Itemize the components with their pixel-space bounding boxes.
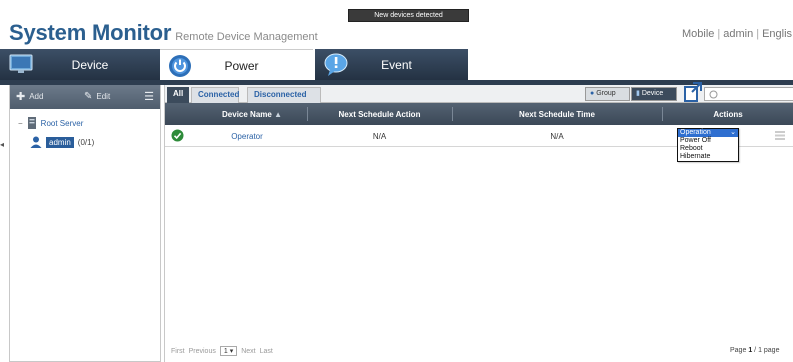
tree-root-label: Root Server bbox=[40, 118, 84, 128]
device-view-label: Device bbox=[641, 90, 664, 97]
search-input[interactable] bbox=[704, 87, 793, 101]
top-links: Mobile | admin | Englis bbox=[682, 28, 793, 40]
app-title-text: System Monitor bbox=[9, 20, 172, 45]
mobile-link[interactable]: Mobile bbox=[682, 28, 714, 40]
tab-power[interactable]: Power bbox=[160, 49, 313, 80]
tab-event[interactable]: Event bbox=[315, 49, 468, 80]
view-controls: ● Group ▮ Device bbox=[575, 82, 793, 103]
column-next-action[interactable]: Next Schedule Action bbox=[307, 110, 452, 119]
tab-event-label: Event bbox=[381, 58, 412, 72]
column-device-name[interactable]: Device Name ▲ bbox=[197, 110, 307, 119]
tree-toolbar: ✚ Add ✎ Edit ☰ bbox=[10, 85, 160, 109]
column-divider bbox=[662, 107, 663, 121]
previous-page-link[interactable]: Previous bbox=[189, 348, 216, 355]
list-icon: ☰ bbox=[144, 91, 154, 103]
next-action-cell: N/A bbox=[372, 132, 387, 141]
device-tree: − Root Server admin (0/1) bbox=[18, 116, 94, 149]
add-button-label: Add bbox=[29, 92, 44, 101]
pagination: First Previous 1 ▾ Next Last bbox=[171, 346, 273, 356]
tree-node-root[interactable]: − Root Server bbox=[18, 116, 94, 130]
tree-user-count: (0/1) bbox=[77, 137, 95, 147]
list-view-button[interactable]: ☰ bbox=[144, 89, 154, 104]
action-select-dropdown[interactable]: Operation ⌄ Power Off Reboot Hibernate bbox=[677, 128, 739, 162]
search-icon bbox=[709, 90, 718, 99]
column-next-time[interactable]: Next Schedule Time bbox=[452, 110, 662, 119]
device-tree-panel: ✚ Add ✎ Edit ☰ − Root Server admin (0/1) bbox=[9, 85, 161, 362]
globe-icon: ● bbox=[590, 90, 595, 97]
tab-device-label: Device bbox=[71, 58, 109, 72]
check-circle-icon bbox=[171, 129, 184, 142]
page-info: Page 1 / 1 page bbox=[730, 347, 780, 354]
add-button[interactable]: ✚ Add bbox=[16, 89, 43, 104]
action-option-operation[interactable]: Operation ⌄ bbox=[678, 129, 738, 137]
plus-icon: ✚ bbox=[16, 91, 26, 103]
chevron-down-icon: ⌄ bbox=[730, 129, 736, 136]
pencil-icon: ✎ bbox=[84, 91, 93, 102]
app-title: System Monitor Remote Device Management bbox=[9, 20, 318, 46]
sort-asc-icon: ▲ bbox=[274, 110, 282, 119]
table-header: Device Name ▲ Next Schedule Action Next … bbox=[165, 103, 793, 125]
tab-device[interactable]: Device bbox=[0, 49, 160, 80]
tab-power-label: Power bbox=[224, 59, 259, 73]
row-menu-icon[interactable] bbox=[775, 130, 785, 140]
last-page-link[interactable]: Last bbox=[260, 348, 273, 355]
edit-button-label: Edit bbox=[96, 92, 111, 101]
tree-user-label: admin bbox=[46, 136, 74, 148]
user-icon bbox=[30, 136, 42, 148]
device-view-button[interactable]: ▮ Device bbox=[631, 87, 677, 101]
device-name-cell[interactable]: Operator bbox=[197, 132, 297, 141]
expand-toggle[interactable]: − bbox=[18, 119, 23, 128]
filter-tabs: All Connected Disconnected ● Group ▮ Dev… bbox=[165, 82, 793, 103]
user-link[interactable]: admin bbox=[723, 28, 753, 40]
app-subtitle: Remote Device Management bbox=[175, 31, 318, 43]
tab-disconnected[interactable]: Disconnected bbox=[247, 87, 321, 103]
new-devices-notice[interactable]: New devices detected bbox=[348, 9, 469, 22]
group-view-button[interactable]: ● Group bbox=[585, 87, 630, 101]
next-time-cell: N/A bbox=[550, 132, 564, 141]
action-option-power-off[interactable]: Power Off bbox=[678, 137, 738, 145]
edit-button[interactable]: ✎ Edit bbox=[84, 89, 110, 104]
column-divider bbox=[307, 107, 308, 121]
column-divider bbox=[452, 107, 453, 121]
first-page-link[interactable]: First bbox=[171, 348, 185, 355]
tree-node-admin[interactable]: admin (0/1) bbox=[30, 135, 94, 149]
next-page-link[interactable]: Next bbox=[241, 348, 255, 355]
group-view-label: Group bbox=[596, 90, 616, 97]
chevron-down-icon: ▾ bbox=[229, 348, 234, 355]
server-icon bbox=[27, 117, 36, 129]
language-link[interactable]: Englis bbox=[762, 28, 792, 40]
device-list-panel: All Connected Disconnected ● Group ▮ Dev… bbox=[164, 82, 793, 362]
page-select[interactable]: 1 ▾ bbox=[219, 346, 238, 356]
tab-all[interactable]: All bbox=[167, 87, 190, 103]
action-option-hibernate[interactable]: Hibernate bbox=[678, 153, 738, 161]
action-option-reboot[interactable]: Reboot bbox=[678, 145, 738, 153]
sidebar-collapse-handle[interactable]: ◂ bbox=[0, 140, 6, 158]
export-icon[interactable] bbox=[683, 81, 703, 103]
column-actions: Actions bbox=[713, 110, 743, 119]
device-small-icon: ▮ bbox=[636, 90, 640, 97]
tab-connected[interactable]: Connected bbox=[191, 87, 239, 103]
